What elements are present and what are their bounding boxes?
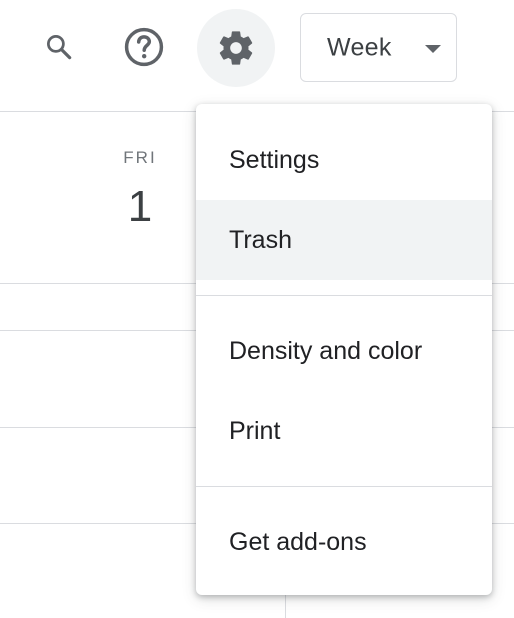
search-icon: [47, 35, 72, 60]
settings-menu-button[interactable]: [197, 9, 275, 87]
view-switcher-label: Week: [327, 33, 392, 61]
help-icon: [124, 27, 164, 67]
day-name: FRI: [123, 148, 157, 167]
menu-item-settings[interactable]: Settings: [196, 120, 492, 200]
menu-divider: [196, 486, 492, 487]
search-button[interactable]: [33, 21, 85, 73]
settings-menu: Settings Trash Density and color Print G…: [196, 104, 492, 595]
caret-down-icon: [425, 45, 441, 53]
menu-item-print[interactable]: Print: [196, 391, 492, 471]
gear-icon: [219, 31, 253, 65]
support-button[interactable]: [118, 21, 170, 73]
menu-item-density-and-color[interactable]: Density and color: [196, 311, 492, 391]
day-number[interactable]: 1: [88, 182, 192, 232]
calendar-toolbar: Week: [0, 0, 514, 112]
menu-divider: [196, 295, 492, 296]
menu-item-get-add-ons[interactable]: Get add-ons: [196, 502, 492, 582]
menu-item-trash[interactable]: Trash: [196, 200, 492, 280]
day-column-header[interactable]: FRI 1: [88, 148, 192, 232]
view-switcher[interactable]: Week: [300, 13, 457, 82]
